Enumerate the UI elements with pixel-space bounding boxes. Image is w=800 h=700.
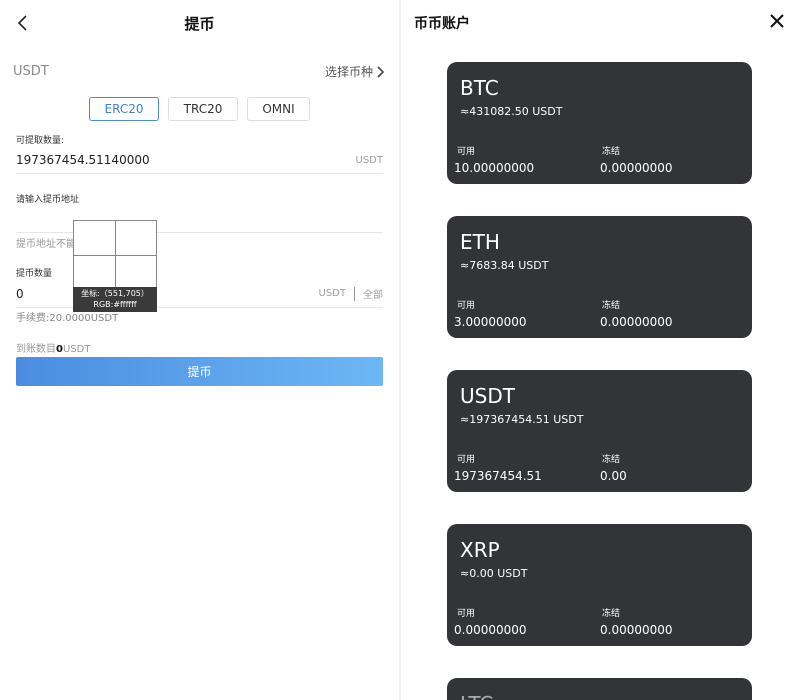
card-coin-name: BTC <box>460 76 499 100</box>
card-available-label: 可用 <box>457 609 476 619</box>
account-card-ltc[interactable]: LTC <box>447 678 752 700</box>
card-frozen-label: 冻结 <box>602 455 621 465</box>
chain-selector: ERC20 TRC20 OMNI <box>89 97 310 121</box>
card-coin-name: USDT <box>460 384 515 408</box>
withdraw-panel: 提币 USDT 选择币种 ERC20 TRC20 OMNI 可提取数量: 197… <box>0 0 399 700</box>
card-frozen-label: 冻结 <box>602 609 621 619</box>
card-available-value: 10.00000000 <box>454 161 535 175</box>
amount-suffix: USDT 全部 <box>319 286 383 301</box>
account-card-eth[interactable]: ETH ≈7683.84 USDT 可用 3.00000000 冻结 0.000… <box>447 216 752 338</box>
select-coin-label: 选择币种 <box>324 65 373 79</box>
chain-omni-button[interactable]: OMNI <box>247 97 310 121</box>
account-card-btc[interactable]: BTC ≈431082.50 USDT 可用 10.00000000 冻结 0.… <box>447 62 752 184</box>
available-unit: USDT <box>355 155 383 166</box>
probe-rgb-text: RGB:#ffffff <box>93 300 137 309</box>
nav-bar: 提币 <box>0 0 399 46</box>
card-frozen-value: 0.00000000 <box>600 315 673 329</box>
received-prefix: 到账数目 <box>16 344 56 355</box>
address-input[interactable] <box>16 210 383 233</box>
accounts-title: 币币账户 <box>414 16 470 32</box>
divider <box>354 286 355 301</box>
card-frozen-label: 冻结 <box>602 147 621 157</box>
card-frozen-value: 0.00000000 <box>600 161 673 175</box>
address-label: 请输入提币地址 <box>16 195 80 205</box>
card-equiv: ≈0.00 USDT <box>460 567 528 580</box>
available-label: 可提取数量: <box>16 136 65 146</box>
coin-row: USDT 选择币种 <box>13 62 385 82</box>
received-text: 到账数目0USDT <box>16 340 90 355</box>
card-available-label: 可用 <box>457 301 476 311</box>
available-row: 197367454.51140000 USDT <box>16 152 383 174</box>
card-frozen-value: 0.00000000 <box>600 623 673 637</box>
chevron-right-icon <box>377 65 385 78</box>
chain-erc20-button[interactable]: ERC20 <box>89 97 159 121</box>
address-hint: 提币地址不能 <box>16 239 76 250</box>
probe-info: 坐标:（551,705） RGB:#ffffff <box>73 287 157 312</box>
page-title: 提币 <box>184 15 215 33</box>
card-frozen-value: 0.00 <box>600 469 627 483</box>
card-available-value: 0.00000000 <box>454 623 527 637</box>
amount-input[interactable]: 0 USDT 全部 <box>16 285 383 308</box>
card-available-value: 197367454.51 <box>454 469 542 483</box>
card-available-label: 可用 <box>457 455 476 465</box>
crosshair-vertical <box>115 221 116 287</box>
close-icon[interactable] <box>770 14 784 28</box>
all-button[interactable]: 全部 <box>363 286 383 301</box>
card-coin-name: LTC <box>460 692 493 700</box>
chain-trc20-button[interactable]: TRC20 <box>168 97 238 121</box>
account-card-usdt[interactable]: USDT ≈197367454.51 USDT 可用 197367454.51 … <box>447 370 752 492</box>
amount-label: 提币数量 <box>16 269 53 279</box>
account-card-xrp[interactable]: XRP ≈0.00 USDT 可用 0.00000000 冻结 0.000000… <box>447 524 752 646</box>
card-coin-name: ETH <box>460 230 500 254</box>
card-equiv: ≈197367454.51 USDT <box>460 413 584 426</box>
card-available-label: 可用 <box>457 147 476 157</box>
accounts-panel: 币币账户 BTC ≈431082.50 USDT 可用 10.00000000 … <box>401 0 800 700</box>
probe-coord-text: 坐标:（551,705） <box>81 289 149 298</box>
select-coin-button[interactable]: 选择币种 <box>325 63 385 80</box>
pixel-probe-overlay: 坐标:（551,705） RGB:#ffffff <box>73 220 157 312</box>
received-unit: USDT <box>62 344 91 355</box>
coin-name: USDT <box>13 64 49 79</box>
card-equiv: ≈7683.84 USDT <box>460 259 549 272</box>
card-equiv: ≈431082.50 USDT <box>460 105 563 118</box>
received-value: 0 <box>56 344 63 355</box>
card-available-value: 3.00000000 <box>454 315 527 329</box>
probe-magnifier <box>73 220 157 288</box>
available-value: 197367454.51140000 <box>16 153 150 167</box>
amount-value: 0 <box>16 287 24 301</box>
card-frozen-label: 冻结 <box>602 301 621 311</box>
amount-unit: USDT <box>318 288 346 299</box>
withdraw-submit-button[interactable]: 提币 <box>16 357 383 386</box>
card-coin-name: XRP <box>460 538 500 562</box>
